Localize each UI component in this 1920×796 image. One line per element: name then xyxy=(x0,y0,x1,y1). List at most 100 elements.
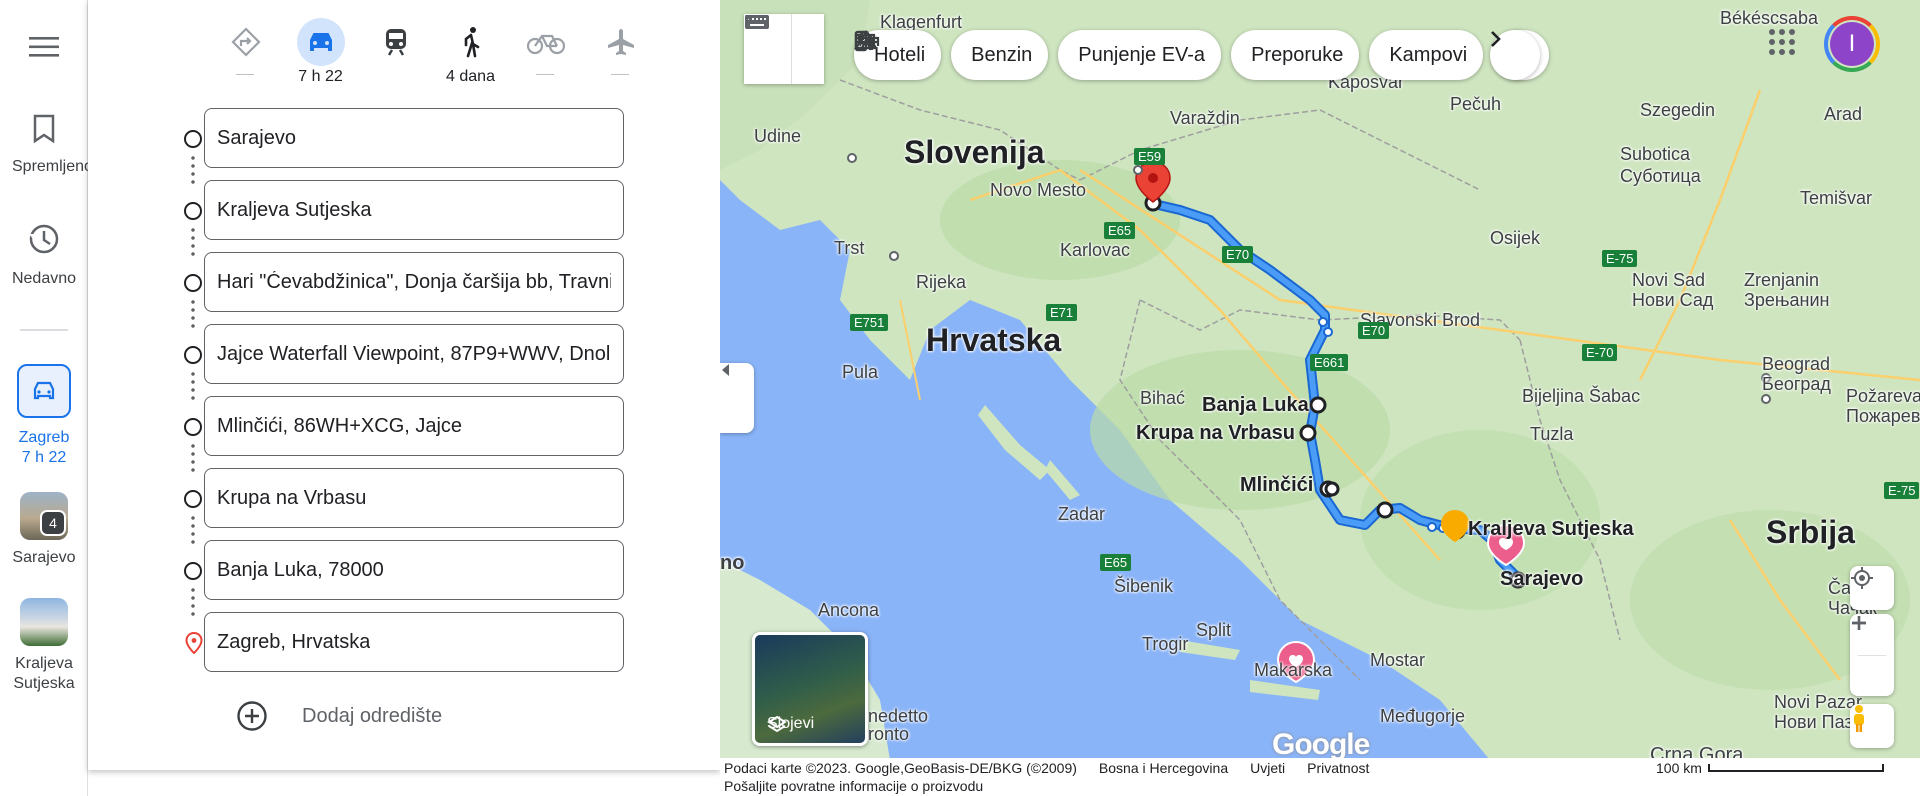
chip-campsites[interactable]: Kampovi xyxy=(854,30,1484,80)
stop-input-1[interactable]: Sarajevo xyxy=(204,108,624,168)
mode-bike[interactable] xyxy=(508,18,583,86)
stop-input-5[interactable]: Mlinčići, 86WH+XCG, Jajce xyxy=(204,396,624,456)
directions-icon xyxy=(230,27,261,57)
trip-zagreb-button[interactable]: Zagreb 7 h 22 xyxy=(0,364,88,468)
chip-ev-charging[interactable]: Punjenje EV-a xyxy=(854,30,1222,80)
mode-walk[interactable]: 4 dana xyxy=(433,18,508,86)
mode-car[interactable]: 7 h 22 xyxy=(283,18,358,86)
map-label-ancona: Ancona xyxy=(818,600,880,620)
avatar-letter: I xyxy=(1830,22,1874,66)
travel-modes: 7 h 22 4 dana xyxy=(208,18,658,86)
connector xyxy=(191,370,195,400)
map-label-subotica-cyr: Суботица xyxy=(1620,166,1701,186)
map-label-pula: Pula xyxy=(842,362,879,382)
menu-button[interactable] xyxy=(0,36,88,63)
terms-link[interactable]: Uvjeti xyxy=(1250,760,1285,776)
stop-input-3[interactable]: Hari "Ćevabdžinica", Donja čaršija bb, T… xyxy=(204,252,624,312)
map-label-arad: Arad xyxy=(1824,104,1863,124)
input-tools-dropdown[interactable] xyxy=(745,14,824,84)
map-label-bekescsaba: Békéscsaba xyxy=(1720,8,1819,28)
country-link[interactable]: Bosna i Hercegovina xyxy=(1099,760,1228,776)
map-label-sibenik: Šibenik xyxy=(1114,576,1174,596)
connector xyxy=(191,586,195,616)
chip-recommendations[interactable]: Preporuke xyxy=(854,30,1360,80)
map-label-zrenjanin: Zrenjanin xyxy=(1744,270,1820,290)
mode-transit[interactable] xyxy=(358,18,433,86)
map-label-udine: Udine xyxy=(754,126,802,146)
recent-button[interactable]: Nedavno xyxy=(0,222,88,289)
kraljeva-thumbnail xyxy=(20,598,68,646)
chip-gas[interactable]: Benzin xyxy=(854,30,1049,80)
tent-icon xyxy=(854,30,878,50)
highway-shield: E661 xyxy=(1310,354,1349,371)
stop-input-7[interactable]: Banja Luka, 78000 xyxy=(204,540,624,600)
input-tools[interactable] xyxy=(744,14,824,84)
sarajevo-label: Sarajevo xyxy=(12,549,76,566)
map-label-slovenija: Slovenija xyxy=(904,134,1045,170)
stop-input-8[interactable]: Zagreb, Hrvatska xyxy=(204,612,624,672)
directions-panel: 7 h 22 4 dana Sarajevo Kraljeva Sutjeska… xyxy=(88,0,750,770)
layers-button[interactable]: Slojevi xyxy=(752,632,868,746)
my-location-button[interactable] xyxy=(1850,566,1894,610)
stop-input-4[interactable]: Jajce Waterfall Viewpoint, 87P9+WWV, Dno… xyxy=(204,324,624,384)
map-label-trogir: Trogir xyxy=(1142,634,1189,654)
zoom-divider xyxy=(1858,654,1886,656)
recent-sarajevo[interactable]: 4 Sarajevo xyxy=(0,492,88,568)
map-label-bijeljina: Bijeljina Šabac xyxy=(1522,386,1641,406)
highway-shield: E70 xyxy=(1222,246,1254,263)
connector xyxy=(191,154,195,184)
route-label-krupa: Krupa na Vrbasu xyxy=(1136,422,1295,444)
stop-input-6[interactable]: Krupa na Vrbasu xyxy=(204,468,624,528)
waypoint-dot-icon xyxy=(184,274,202,292)
connector xyxy=(191,442,195,472)
map-label-pecuh: Pečuh xyxy=(1450,94,1502,114)
add-circle-icon xyxy=(237,701,267,731)
route-label-banja-luka: Banja Luka xyxy=(1202,394,1309,416)
recent-kraljeva-sutjeska[interactable]: Kraljeva Sutjeska xyxy=(0,598,88,694)
highway-shield: E59 xyxy=(1134,148,1166,165)
collapse-panel-button[interactable] xyxy=(720,363,754,433)
crosshair-icon xyxy=(1851,567,1873,589)
route-label-mlincici: Mlinčići xyxy=(1240,474,1314,496)
feedback-link[interactable]: Pošaljite povratne informacije o proizvo… xyxy=(724,778,983,794)
car-time: 7 h 22 xyxy=(298,68,343,85)
mode-dash xyxy=(236,74,254,75)
map-label-tronto: ronto xyxy=(868,724,910,744)
category-chips: Hoteli Benzin Punjenje EV-a Preporuke Ka… xyxy=(854,30,1559,80)
pegman-icon xyxy=(1854,705,1864,732)
map-label-temisvar: Temišvar xyxy=(1800,188,1873,208)
map-label-novi-sad-cyr: Нови Сад xyxy=(1632,290,1714,310)
airplane-icon xyxy=(607,29,634,55)
walk-time: 4 dana xyxy=(446,68,495,85)
map-label-novo-mesto: Novo Mesto xyxy=(990,180,1087,200)
mode-best[interactable] xyxy=(208,18,283,86)
kraljeva-label-2: Sutjeska xyxy=(13,675,75,692)
train-icon xyxy=(385,29,406,56)
mode-flight[interactable] xyxy=(583,18,658,86)
left-rail: Spremljeno Nedavno Zagreb 7 h 22 4 Saraj… xyxy=(0,0,88,796)
add-destination-button[interactable]: Dodaj odredište xyxy=(236,700,442,732)
stop-count-badge: 4 xyxy=(40,510,66,536)
chips-next-button[interactable] xyxy=(1490,30,1540,80)
walking-icon xyxy=(464,27,479,58)
saved-button[interactable]: Spremljeno xyxy=(0,114,88,177)
map-label-novi-sad: Novi Sad xyxy=(1632,270,1706,290)
map-label-trst: Trst xyxy=(834,238,865,258)
car-icon xyxy=(33,381,55,400)
keyboard-button[interactable] xyxy=(744,14,792,84)
scale-bar[interactable]: 100 km xyxy=(1656,760,1884,776)
history-icon xyxy=(29,224,59,254)
layers-icon xyxy=(767,715,787,733)
highway-shield: E65 xyxy=(1100,554,1132,571)
waypoint-dot-icon xyxy=(184,202,202,220)
map-label-pozarevac-cyr: Пожаревац xyxy=(1846,406,1920,426)
account-avatar[interactable]: I xyxy=(1824,16,1880,72)
car-tile xyxy=(17,364,71,418)
sarajevo-thumbnail: 4 xyxy=(20,492,68,540)
privacy-link[interactable]: Privatnost xyxy=(1307,760,1369,776)
street-view-pegman[interactable] xyxy=(1850,704,1894,748)
map-label-bihac: Bihać xyxy=(1140,388,1186,408)
stop-input-2[interactable]: Kraljeva Sutjeska xyxy=(204,180,624,240)
map-canvas[interactable]: Klagenfurt Udine Slovenija Novo Mesto Tr… xyxy=(720,0,1920,760)
chevron-right-icon xyxy=(1491,31,1501,47)
